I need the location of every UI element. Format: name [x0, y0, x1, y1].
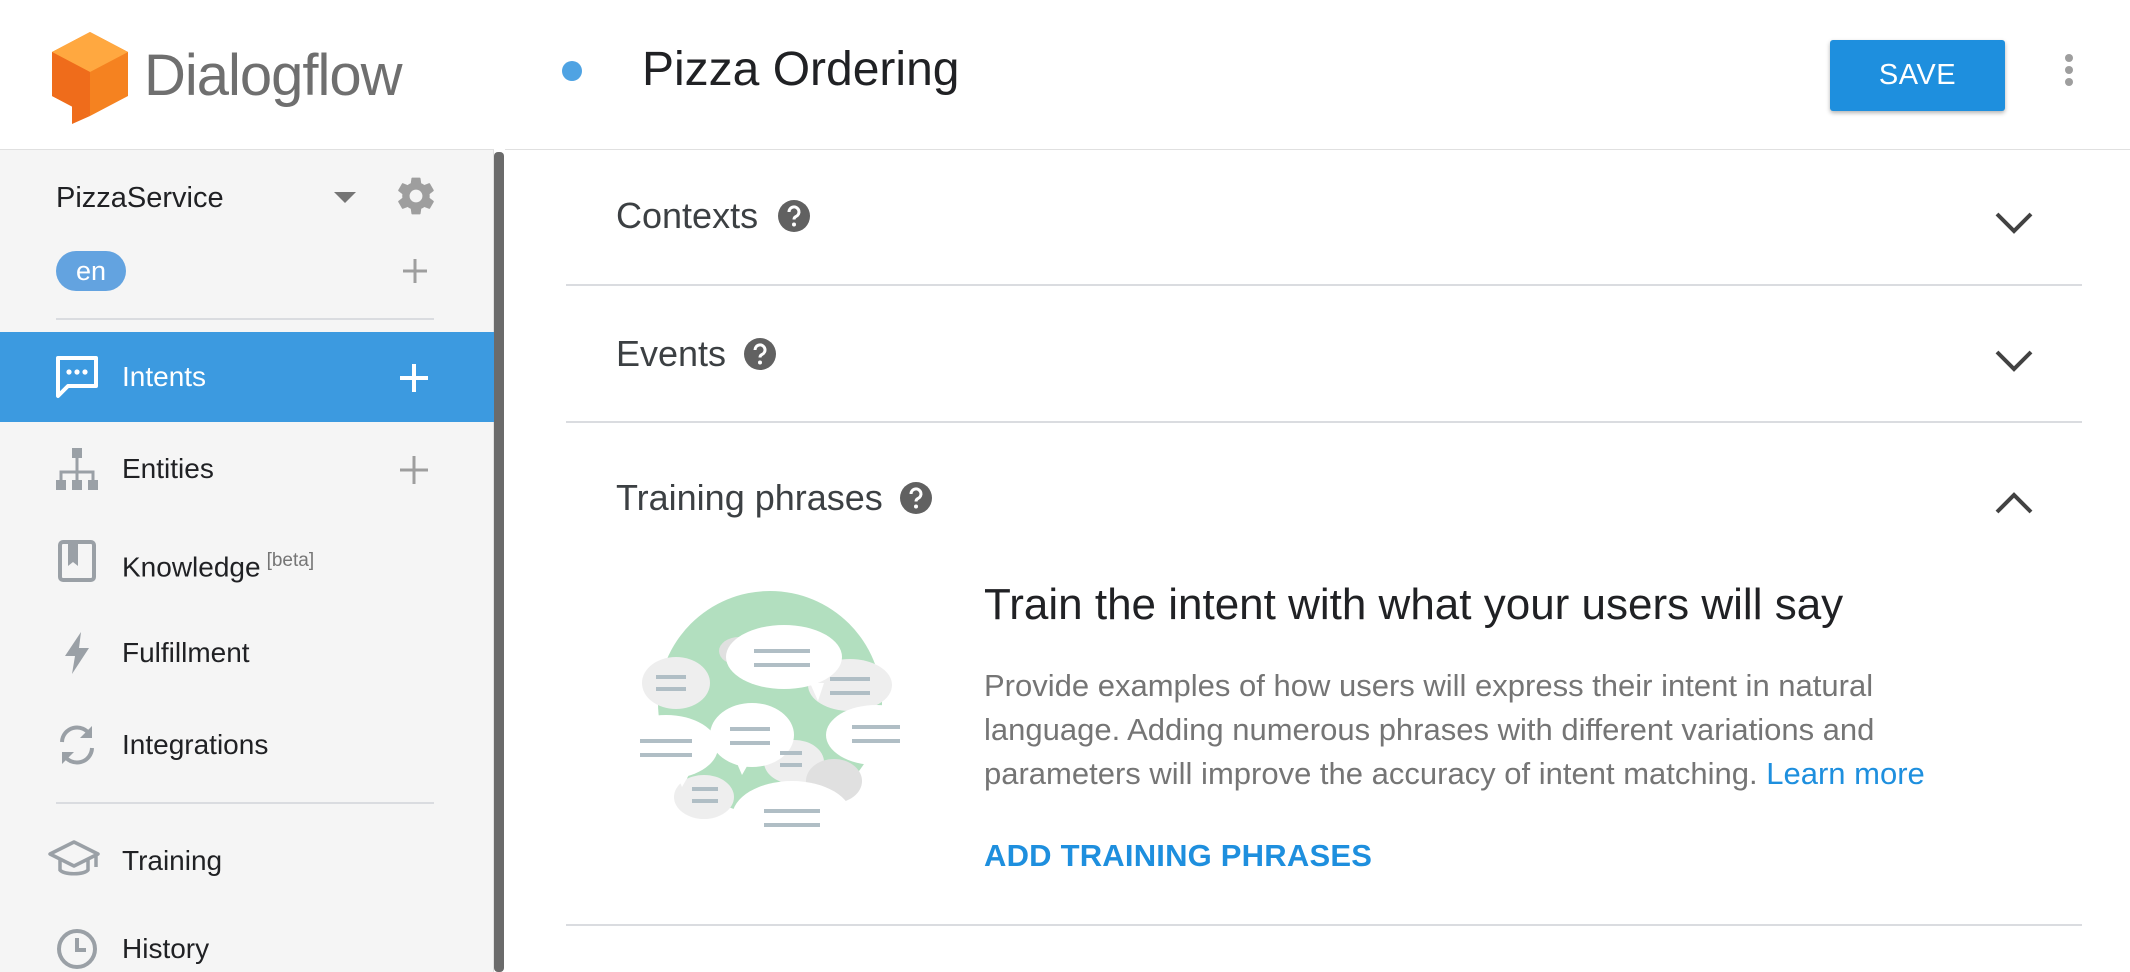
- add-entity-icon[interactable]: [398, 454, 430, 486]
- save-button[interactable]: SAVE: [1830, 40, 2005, 111]
- logo-bar: Dialogflow: [0, 0, 494, 150]
- section-divider: [566, 924, 2082, 926]
- lightning-icon: [65, 632, 89, 674]
- sidebar-divider: [56, 802, 434, 804]
- beta-badge: [beta]: [266, 550, 315, 571]
- chevron-up-icon[interactable]: [1994, 490, 2034, 516]
- sidebar: Dialogflow PizzaService en Intents Entit…: [0, 0, 494, 972]
- knowledge-icon: [58, 540, 96, 582]
- sidebar-item-training[interactable]: Training: [0, 816, 494, 906]
- chat-bubbles-illustration: [614, 591, 926, 867]
- agent-dropdown-icon[interactable]: [334, 192, 356, 203]
- dialogflow-logo-icon: [52, 32, 128, 124]
- training-empty-title: Train the intent with what your users wi…: [984, 580, 1844, 629]
- gear-icon[interactable]: [394, 174, 438, 218]
- section-title: Training phrases: [616, 477, 883, 518]
- intent-status-dot: [562, 61, 582, 81]
- help-icon[interactable]: [744, 338, 776, 370]
- learn-more-link[interactable]: Learn more: [1766, 756, 1925, 791]
- sidebar-item-fulfillment[interactable]: Fulfillment: [0, 608, 494, 698]
- sidebar-item-label: Entities: [122, 453, 214, 484]
- events-section-header[interactable]: Events: [566, 328, 2082, 398]
- sidebar-item-label: Intents: [122, 361, 207, 392]
- add-intent-icon[interactable]: [398, 362, 430, 394]
- section-divider: [566, 284, 2082, 286]
- entities-icon: [56, 448, 98, 490]
- integrations-icon: [60, 725, 94, 765]
- sidebar-item-label: Integrations: [122, 729, 269, 760]
- contexts-section-header[interactable]: Contexts: [566, 190, 2082, 260]
- language-badge[interactable]: en: [56, 251, 126, 291]
- sidebar-item-label: Training: [122, 845, 223, 876]
- agent-name[interactable]: PizzaService: [56, 180, 224, 216]
- intent-name[interactable]: Pizza Ordering: [642, 40, 959, 100]
- intent-header: Pizza Ordering SAVE: [505, 0, 2130, 150]
- chevron-down-icon[interactable]: [1994, 210, 2034, 236]
- sidebar-item-label: Fulfillment: [122, 637, 250, 668]
- sidebar-item-knowledge[interactable]: Knowledge [beta]: [0, 516, 494, 606]
- sidebar-item-label: Knowledge [beta]: [122, 550, 315, 583]
- sidebar-divider: [56, 318, 434, 320]
- section-title: Events: [616, 333, 727, 374]
- app-name: Dialogflow: [144, 43, 403, 108]
- add-language-icon[interactable]: [400, 256, 430, 286]
- training-empty-description: Provide examples of how users will expre…: [984, 668, 1925, 791]
- section-divider: [566, 421, 2082, 423]
- sidebar-item-integrations[interactable]: Integrations: [0, 700, 494, 790]
- add-training-phrases-button[interactable]: ADD TRAINING PHRASES: [984, 836, 1372, 876]
- help-icon[interactable]: [778, 200, 810, 232]
- sidebar-scrollbar[interactable]: [494, 152, 504, 972]
- section-title: Contexts: [616, 195, 759, 236]
- sidebar-item-intents[interactable]: Intents: [0, 332, 494, 422]
- sidebar-item-label: History: [122, 933, 210, 964]
- sidebar-item-history[interactable]: History: [0, 904, 494, 972]
- intents-icon: [56, 356, 98, 398]
- graduation-cap-icon: [48, 840, 100, 876]
- more-vert-icon[interactable]: [2057, 52, 2081, 92]
- chevron-down-icon[interactable]: [1994, 348, 2034, 374]
- training-phrases-section-header[interactable]: Training phrases: [566, 472, 2082, 542]
- clock-icon: [57, 929, 97, 969]
- sidebar-item-entities[interactable]: Entities: [0, 424, 494, 514]
- help-icon[interactable]: [900, 482, 932, 514]
